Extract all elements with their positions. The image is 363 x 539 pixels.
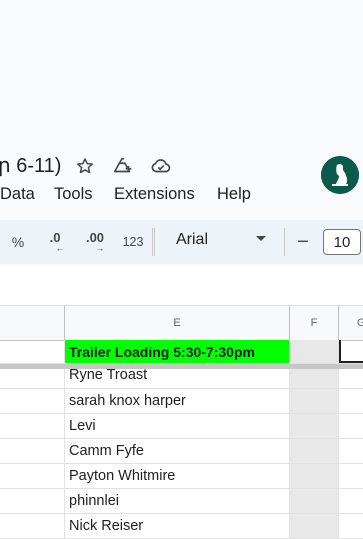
cell[interactable] [0, 369, 65, 388]
cell[interactable] [0, 439, 65, 463]
table-row: Ryne Troast [0, 369, 363, 389]
increase-decimal-button[interactable]: .00 → [80, 230, 110, 254]
column-header-d[interactable] [0, 306, 65, 340]
cell[interactable] [290, 464, 339, 488]
table-row: Nick Reiser [0, 514, 363, 539]
column-header-e[interactable]: E [65, 306, 290, 340]
cell[interactable] [290, 340, 339, 363]
chevron-down-icon[interactable] [256, 236, 266, 241]
table-row: Payton Whitmire [0, 464, 363, 489]
number-format-button[interactable]: 123 [118, 230, 148, 254]
cell[interactable] [339, 389, 363, 413]
cell[interactable] [0, 514, 65, 538]
cell-name[interactable]: Ryne Troast [65, 369, 290, 388]
cell-name[interactable]: sarah knox harper [65, 389, 290, 413]
toolbar-divider [152, 228, 153, 256]
star-icon[interactable] [74, 155, 96, 177]
arrow-right-icon: → [95, 243, 105, 253]
menu-tools[interactable]: Tools [54, 185, 93, 204]
table-row: Camm Fyfe [0, 439, 363, 464]
cell[interactable] [290, 389, 339, 413]
table-row: Levi [0, 414, 363, 439]
cell-name[interactable]: Nick Reiser [65, 514, 290, 538]
cell[interactable] [290, 439, 339, 463]
toolbar-divider [284, 228, 285, 256]
cell-name[interactable]: phinnlei [65, 489, 290, 513]
table-row: Trailer Loading 5:30-7:30pm [0, 340, 363, 364]
cell-name[interactable]: Camm Fyfe [65, 439, 290, 463]
cell[interactable] [290, 414, 339, 438]
cell[interactable] [0, 414, 65, 438]
document-title[interactable]: ր 6-11) [0, 153, 61, 178]
cell[interactable] [339, 369, 363, 388]
font-family-select[interactable]: Arial [176, 231, 208, 249]
decrease-decimal-button[interactable]: .0 ← [42, 230, 68, 254]
cell[interactable] [0, 489, 65, 513]
menu-data[interactable]: Data [0, 185, 35, 204]
cell-name[interactable]: Payton Whitmire [65, 464, 290, 488]
font-size-decrease-button[interactable]: − [293, 230, 313, 254]
move-to-drive-icon[interactable] [112, 155, 134, 177]
menu-extensions[interactable]: Extensions [114, 185, 195, 204]
toolbar-divider [154, 228, 155, 256]
table-row: phinnlei [0, 489, 363, 514]
cell-header-trailer-loading[interactable]: Trailer Loading 5:30-7:30pm [65, 340, 290, 363]
cell[interactable] [339, 514, 363, 538]
cell[interactable] [339, 489, 363, 513]
cell-selected[interactable] [339, 340, 363, 363]
column-header-f[interactable]: F [290, 306, 339, 340]
table-row: sarah knox harper [0, 389, 363, 414]
column-header-row: E F G [0, 305, 363, 341]
spreadsheet-grid: E F G Trailer Loading 5:30-7:30pm Ryne T… [0, 305, 363, 539]
cell[interactable] [0, 464, 65, 488]
arrow-left-icon: ← [55, 243, 65, 253]
cell[interactable] [339, 414, 363, 438]
cell-name[interactable]: Levi [65, 414, 290, 438]
percent-format-button[interactable]: % [8, 230, 28, 254]
cloud-saved-icon[interactable] [150, 155, 172, 177]
toolbar: % .0 ← .00 → 123 Arial − 10 [0, 220, 363, 264]
cell[interactable] [290, 514, 339, 538]
menu-help[interactable]: Help [217, 185, 251, 204]
column-header-g[interactable]: G [339, 306, 363, 340]
cell[interactable] [290, 369, 339, 388]
menu-bar: Data Tools Extensions Help [0, 185, 363, 209]
title-row: ր 6-11) [0, 150, 363, 182]
cell[interactable] [0, 340, 65, 363]
font-size-input[interactable]: 10 [323, 229, 361, 255]
cell[interactable] [339, 464, 363, 488]
cell[interactable] [0, 389, 65, 413]
cell[interactable] [290, 489, 339, 513]
cell[interactable] [339, 439, 363, 463]
